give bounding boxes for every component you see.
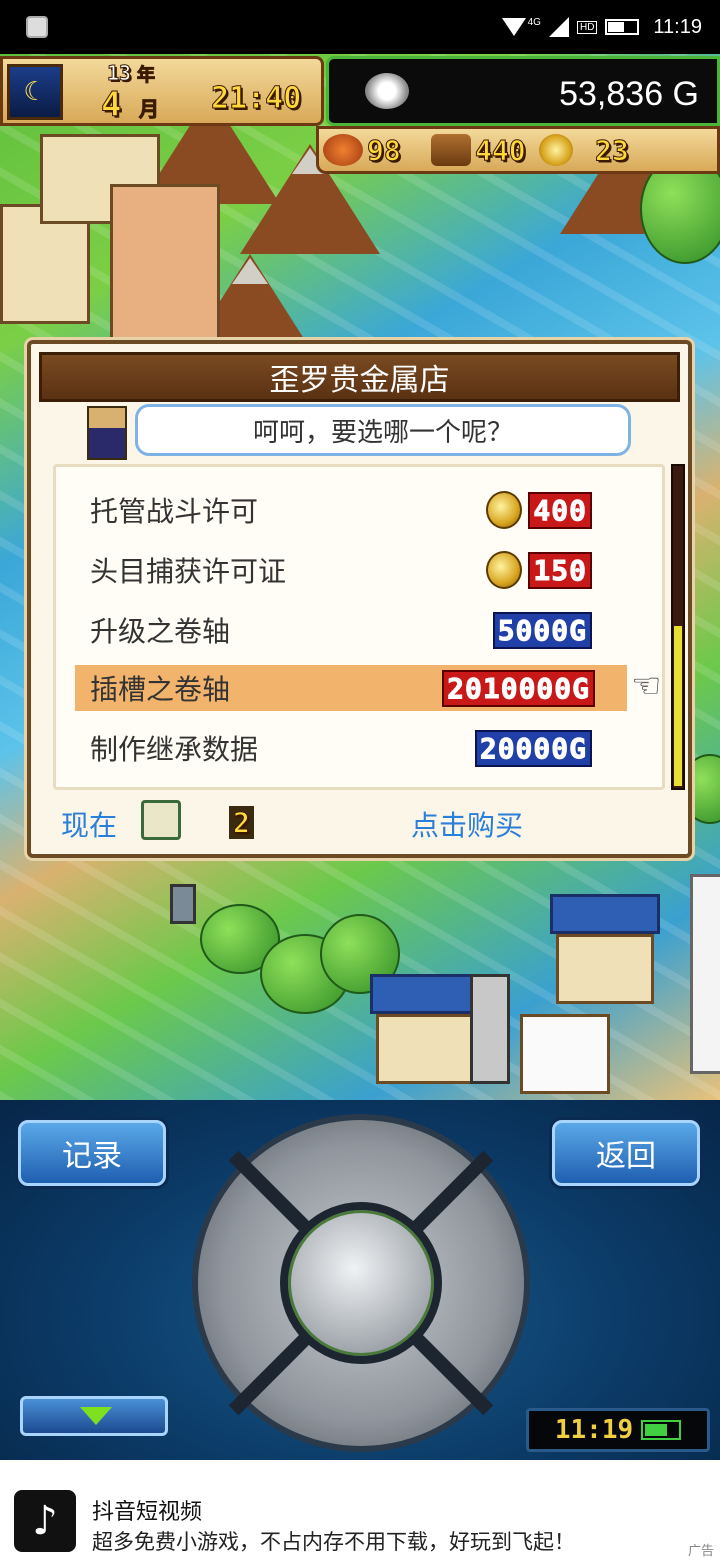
status-icons: 4G HD 11:19 (501, 15, 702, 39)
shop-building (376, 1014, 474, 1084)
medal-icon (486, 551, 523, 589)
price-value: 150 (528, 551, 592, 589)
now-label: 现在 (61, 809, 118, 842)
item-name: 升级之卷轴 (90, 615, 231, 648)
year-number: 13 (106, 61, 132, 86)
medal-icon (539, 134, 573, 166)
signal-icon (548, 17, 569, 37)
shop-title: 歪罗贵金属店 (39, 352, 680, 402)
controller-panel: 记录 返回 11:19 (0, 1100, 720, 1460)
network-type: 4G (527, 16, 541, 28)
item-price: 150 (486, 551, 592, 589)
item-name: 插槽之卷轴 (90, 673, 231, 706)
wood-count: 440 (475, 133, 527, 167)
back-button[interactable]: 返回 (552, 1120, 700, 1186)
list-item[interactable]: 升级之卷轴 5000G (56, 607, 662, 653)
gold-coin-icon (365, 73, 409, 109)
item-price: 20000G (474, 729, 592, 767)
shopkeeper-avatar (87, 406, 127, 460)
item-list: 托管战斗许可 400 头目捕获许可证 150 升级之卷轴 5000G 插槽之卷轴… (53, 464, 665, 790)
food-icon (323, 134, 363, 166)
app-icon (26, 16, 48, 38)
record-button[interactable]: 记录 (18, 1120, 166, 1186)
owned-count: 2 (229, 806, 254, 840)
triangle-down-icon (80, 1407, 112, 1425)
food-count: 98 (367, 133, 402, 167)
ad-description[interactable]: 超多免费小游戏，不占内存不用下载，好玩到飞起！ (92, 1526, 575, 1556)
ad-title[interactable]: 抖音短视频 (92, 1494, 202, 1526)
money-panel: 53,836 G (326, 56, 720, 126)
device-clock: 11:19 (526, 1408, 710, 1452)
month-label: 月 (139, 97, 160, 122)
medal-count: 23 (595, 133, 630, 167)
list-item[interactable]: 托管战斗许可 400 (56, 487, 662, 533)
list-scrollbar[interactable] (671, 464, 685, 790)
month-number: 4 (100, 85, 122, 126)
ad-tag: 广告 (687, 1544, 714, 1559)
list-item[interactable]: 制作继承数据 20000G (56, 725, 662, 771)
directional-pad[interactable] (192, 1114, 530, 1452)
price-value: 400 (528, 491, 592, 529)
item-name: 制作继承数据 (90, 733, 259, 766)
year-label: 年 (137, 65, 156, 87)
device-time: 11:19 (554, 1415, 634, 1445)
shop-roof (370, 974, 480, 1014)
date-panel: ☾ 13 年 4 月 21:40 (0, 56, 324, 126)
building (520, 1014, 610, 1094)
item-name: 头目捕获许可证 (90, 555, 287, 588)
wood-icon (431, 134, 471, 166)
hd-badge: HD (576, 20, 598, 34)
menu-toggle-button[interactable] (20, 1396, 168, 1436)
gold-amount: 53,836 G (559, 75, 699, 113)
resources-panel: 98 440 23 (316, 126, 720, 174)
speech-bubble: 呵呵，要选哪一个呢？ (135, 404, 631, 456)
shop-building (556, 934, 654, 1004)
building (690, 874, 720, 1074)
status-bar: 4G HD 11:19 (0, 0, 720, 54)
battery-icon (605, 19, 640, 35)
ad-banner[interactable]: ♪ 抖音短视频 超多免费小游戏，不占内存不用下载，好玩到飞起！ 广告 (0, 1460, 720, 1560)
price-value: 20000G (474, 729, 592, 767)
wifi-icon (501, 18, 526, 36)
price-value: 5000G (492, 611, 592, 649)
trash-can (170, 884, 196, 924)
item-price: 5000G (492, 611, 592, 649)
dpad-center-button[interactable] (280, 1202, 442, 1364)
game-clock: 21:40 (210, 81, 302, 117)
status-time: 11:19 (653, 15, 702, 38)
item-price: 2010000G (442, 669, 595, 707)
scroll-thumb[interactable] (674, 626, 682, 786)
buy-hint[interactable]: 点击购买 (411, 804, 523, 844)
shop-roof (550, 894, 660, 934)
item-name: 托管战斗许可 (90, 495, 259, 528)
shop-dialog: 歪罗贵金属店 呵呵，要选哪一个呢？ 托管战斗许可 400 头目捕获许可证 150… (27, 340, 692, 858)
list-item-selected[interactable]: 插槽之卷轴 2010000G (75, 665, 627, 711)
list-item[interactable]: 头目捕获许可证 150 (56, 547, 662, 593)
price-value: 2010000G (442, 669, 595, 707)
scroll-icon (141, 800, 181, 840)
tower (470, 974, 510, 1084)
building (110, 184, 220, 344)
pointing-hand-icon: ☜ (631, 666, 662, 706)
item-price: 400 (486, 491, 592, 529)
medal-icon (486, 491, 523, 529)
battery-icon (641, 1420, 682, 1440)
tiktok-icon[interactable]: ♪ (14, 1490, 76, 1552)
moon-icon: ☾ (7, 64, 63, 120)
